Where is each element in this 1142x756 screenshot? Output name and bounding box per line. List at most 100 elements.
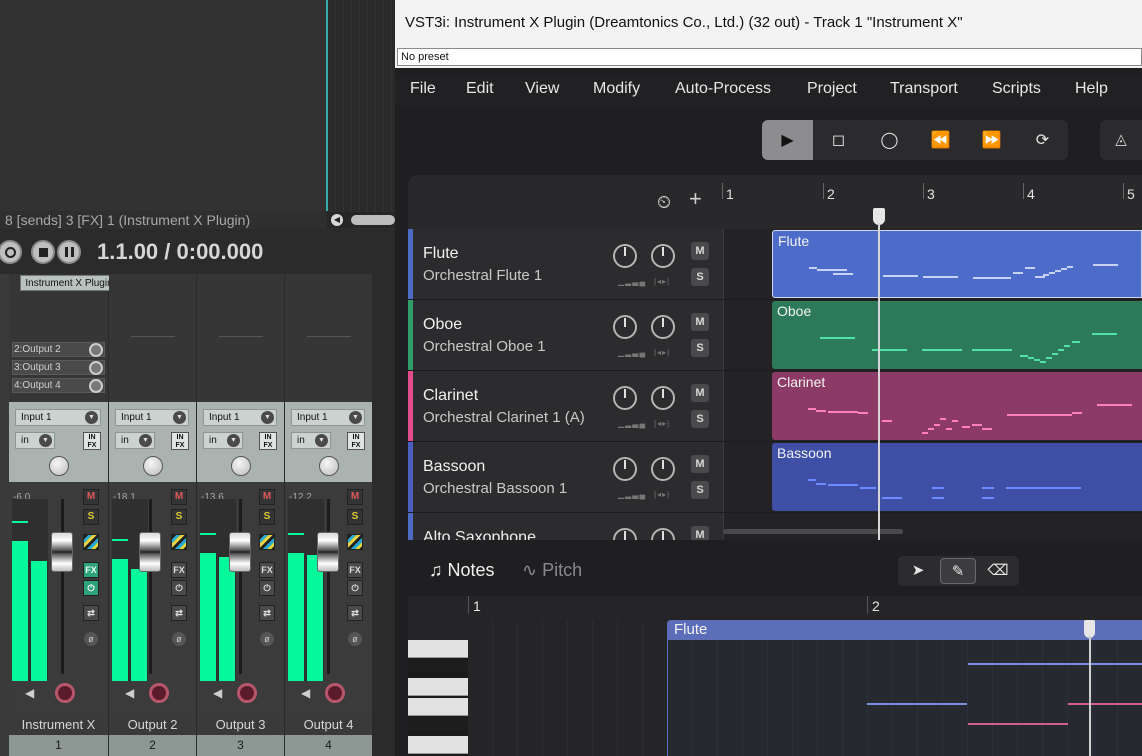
track-name[interactable]: Flute [423,245,459,263]
pan-knob[interactable] [651,386,675,410]
note[interactable] [982,487,994,489]
fx-area[interactable] [285,274,372,402]
monitor-select[interactable]: in ▼ [15,432,55,449]
input-select[interactable]: Input 1 ▼ [115,409,189,426]
empty-fx-slot[interactable] [131,336,175,337]
note[interactable] [1093,264,1118,266]
mute-button[interactable]: M [691,313,709,331]
solo-button[interactable]: S [171,509,187,525]
automation-mode-button[interactable] [171,534,187,550]
mute-button[interactable]: M [691,242,709,260]
menu-view[interactable]: View [525,80,559,98]
fx-bypass-icon[interactable]: ⏻ [83,580,99,596]
solo-button[interactable]: S [691,410,709,428]
track-header[interactable] [413,300,723,370]
stop-button[interactable] [31,240,55,264]
volume-knob[interactable] [613,386,637,410]
play-button[interactable]: ▶ [762,120,813,160]
note[interactable] [922,432,928,434]
track-name[interactable]: Bassoon [423,458,485,476]
note[interactable] [932,497,944,499]
phase-invert-icon[interactable]: ø [260,632,274,646]
mute-button[interactable]: M [691,455,709,473]
pencil-tool[interactable]: ✎ [940,558,976,584]
clip-oboe[interactable]: Oboe [772,301,1142,369]
white-key[interactable] [408,736,468,754]
volume-fader[interactable] [139,532,161,572]
mute-button[interactable]: M [691,384,709,402]
empty-fx-slot[interactable] [307,336,351,337]
strip-name[interactable]: Output 2 [109,715,196,735]
record-arm-button[interactable] [325,683,345,703]
note[interactable] [1055,270,1061,272]
send-level-knob[interactable] [89,343,103,357]
fx-slot[interactable]: Instrument X Plugin [20,275,118,291]
volume-fader[interactable] [317,532,339,572]
note[interactable] [860,487,876,489]
strip-name[interactable]: Instrument X [9,715,108,735]
metronome-button[interactable]: ◬ [1100,120,1142,160]
track-row-clarinet[interactable]: Clarinet Orchestral Clarinet 1 (A) ▁▂▃▄ |◂▸… [408,371,1142,442]
track-instrument[interactable]: Orchestral Flute 1 [423,267,542,284]
mute-button[interactable]: M [347,489,363,505]
strip-number[interactable]: 4 [285,735,372,756]
phase-invert-icon[interactable]: ø [84,632,98,646]
note[interactable] [1052,353,1058,355]
note[interactable] [1061,268,1067,270]
note[interactable] [1064,345,1070,347]
mute-button[interactable]: M [691,526,709,540]
menu-file[interactable]: File [410,80,436,98]
phase-invert-icon[interactable]: ø [348,632,362,646]
menu-help[interactable]: Help [1075,80,1108,98]
track-header[interactable] [413,371,723,441]
fx-button[interactable]: FX [171,562,187,578]
fader-track[interactable] [239,499,242,674]
note[interactable] [972,349,1012,351]
piano-roll-note[interactable] [1068,663,1142,665]
note[interactable] [809,267,817,269]
eraser-tool[interactable]: ⌫ [980,558,1016,584]
piano-roll-clip[interactable] [667,640,1142,756]
input-fx-button[interactable]: IN FX [83,432,101,450]
record-arm-button[interactable] [149,683,169,703]
menu-scripts[interactable]: Scripts [992,80,1041,98]
note[interactable] [982,428,992,430]
volume-knob[interactable] [613,315,637,339]
fx-button[interactable]: FX [347,562,363,578]
track-header[interactable] [413,229,723,299]
note[interactable] [940,418,946,420]
speaker-icon[interactable]: ◀ [25,687,37,699]
volume-fader[interactable] [51,532,73,572]
fx-button[interactable]: FX [83,562,99,578]
piano-keyboard[interactable] [408,640,468,756]
tab-pitch[interactable]: ∿ Pitch [522,560,582,581]
record-button[interactable]: ◯ [864,120,915,160]
white-key[interactable] [408,640,468,658]
tempo-icon[interactable]: ⏲ [657,193,671,211]
fader-track[interactable] [149,499,152,674]
clip-bassoon[interactable]: Bassoon [772,443,1142,516]
note[interactable] [808,408,816,410]
strip-number[interactable]: 1 [9,735,108,756]
track-name[interactable]: Oboe [423,316,462,334]
pan-knob[interactable] [143,456,163,476]
note[interactable] [816,410,826,412]
strip-name[interactable]: Output 3 [197,715,284,735]
pan-knob[interactable] [651,457,675,481]
monitor-select[interactable]: in ▼ [291,432,331,449]
horizontal-scrollbar[interactable]: ◀ [327,212,395,228]
phase-invert-icon[interactable]: ø [172,632,186,646]
track-row-alto-saxophone[interactable]: Alto Saxophone▁▂▃▄|◂▸|MS [408,513,1142,540]
select-tool[interactable]: ➤ [900,558,936,584]
white-key[interactable] [408,678,468,696]
record-arm-button[interactable] [55,683,75,703]
loop-button[interactable]: ⟳ [1017,120,1068,160]
note[interactable] [882,420,892,422]
piano-roll-note[interactable] [968,663,1068,665]
automation-mode-button[interactable] [83,534,99,550]
solo-button[interactable]: S [83,509,99,525]
piano-roll-clip-header[interactable]: Flute [667,620,1142,640]
speaker-icon[interactable]: ◀ [301,687,313,699]
pan-knob[interactable] [49,456,69,476]
note[interactable] [923,276,958,278]
